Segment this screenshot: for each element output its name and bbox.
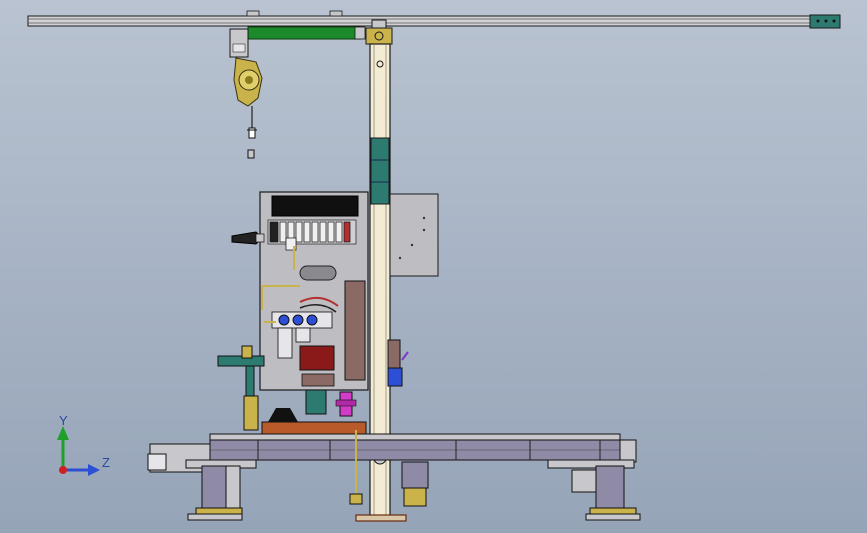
green-carriage <box>247 26 366 40</box>
overhead-rail <box>27 10 841 29</box>
hoist-assembly <box>229 28 263 159</box>
axis-y-label: Y <box>59 413 68 428</box>
left-work-stand <box>217 345 265 431</box>
coordinate-triad <box>57 426 100 476</box>
cad-model-view[interactable] <box>0 0 867 533</box>
side-enclosure <box>389 193 439 277</box>
right-support-leg <box>547 459 641 521</box>
axis-z-label: Z <box>102 455 110 470</box>
